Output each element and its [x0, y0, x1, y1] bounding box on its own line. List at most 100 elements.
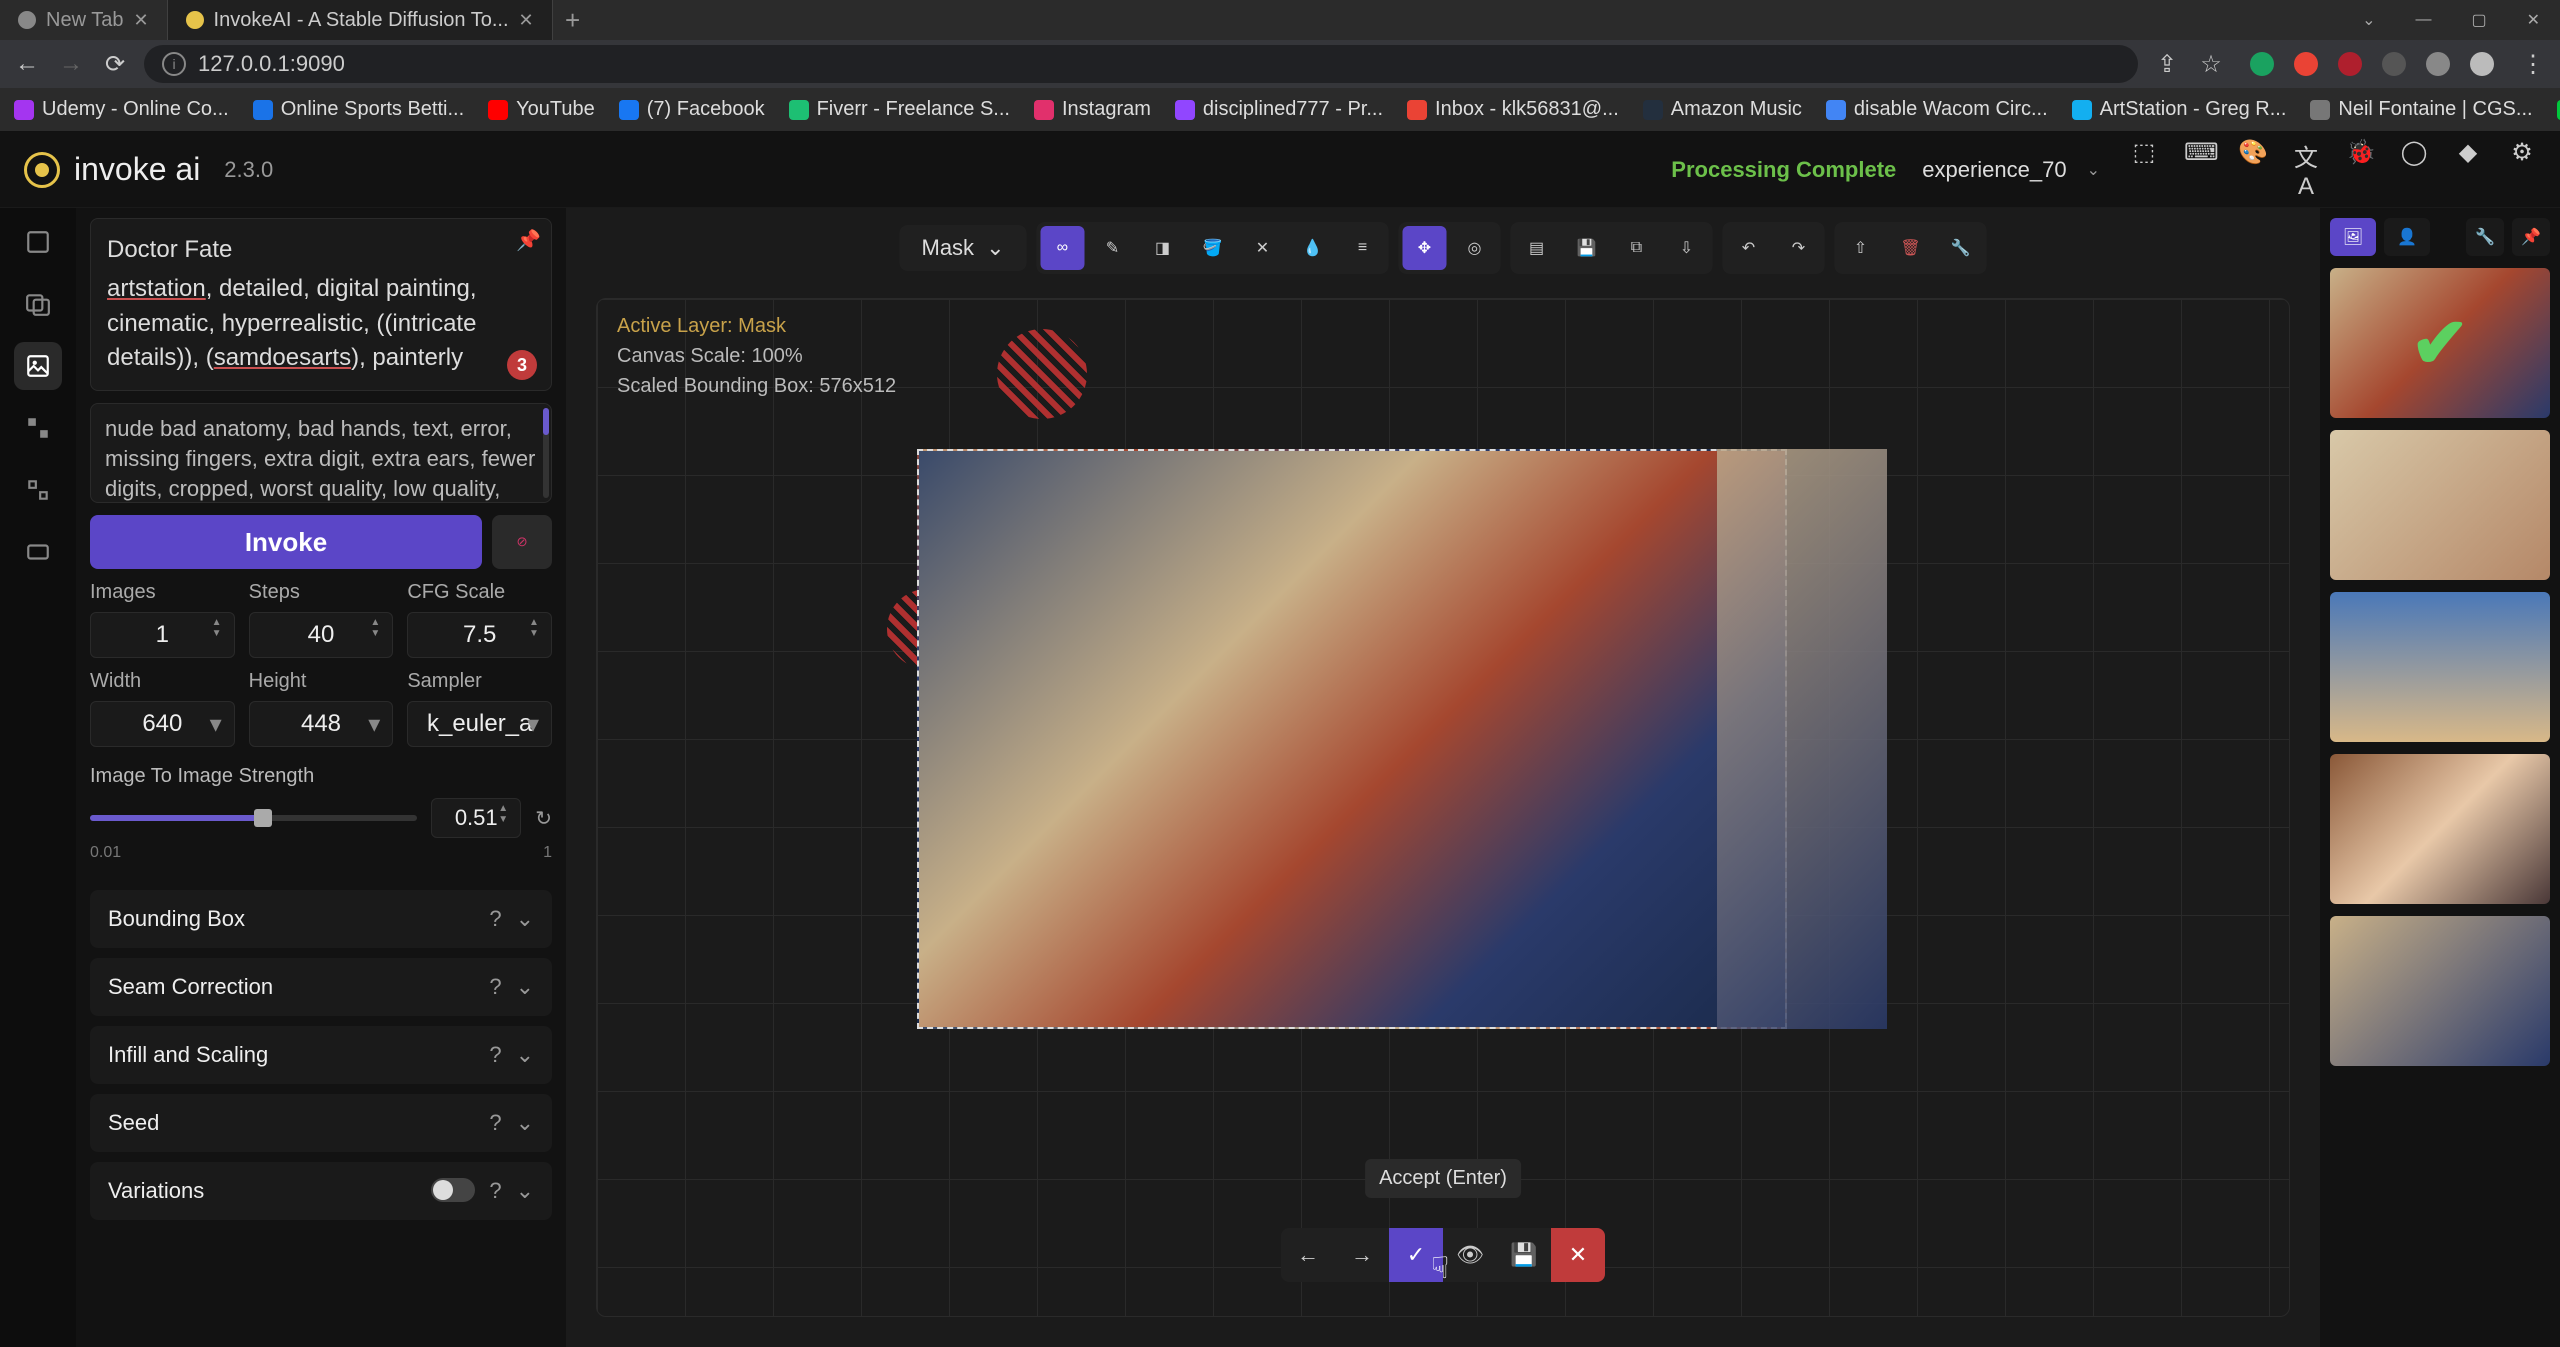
cube-icon[interactable]: ⬚ [2130, 138, 2158, 201]
browser-tab-active[interactable]: InvokeAI - A Stable Diffusion To... ✕ [168, 0, 553, 40]
gallery-thumb[interactable] [2330, 430, 2550, 580]
next-button[interactable]: → [1335, 1228, 1389, 1282]
bookmark-item[interactable]: YouTube [488, 98, 595, 121]
extension-icon[interactable] [2382, 52, 2406, 76]
extension-icon[interactable] [2338, 52, 2362, 76]
language-icon[interactable]: 文A [2292, 138, 2320, 201]
url-input[interactable]: i 127.0.0.1:9090 [144, 45, 2138, 83]
discard-button[interactable]: ✕ [1551, 1228, 1605, 1282]
download-icon[interactable]: ⇩ [1665, 226, 1709, 270]
settings-icon[interactable]: ⚙ [2508, 138, 2536, 201]
canvas-viewport[interactable]: Active Layer: Mask Canvas Scale: 100% Sc… [596, 298, 2290, 1317]
lines-icon[interactable]: ≡ [1341, 226, 1385, 270]
chevron-down-icon[interactable]: ⌄ [516, 1042, 534, 1068]
eraser-tool[interactable]: ◨ [1141, 226, 1185, 270]
palette-icon[interactable]: 🎨 [2238, 138, 2266, 201]
strength-input[interactable]: 0.51▲▼ [431, 798, 521, 838]
accordion-bounding-box[interactable]: Bounding Box?⌄ [90, 890, 552, 948]
layers-icon[interactable]: ▤ [1515, 226, 1559, 270]
avatar-icon[interactable] [2470, 52, 2494, 76]
canvas-tab[interactable] [14, 342, 62, 390]
bookmark-item[interactable]: Fiverr - Freelance S... [789, 98, 1010, 121]
brush-tool[interactable]: ✎ [1091, 226, 1135, 270]
img2img-tab[interactable] [14, 280, 62, 328]
color-picker-tool[interactable]: 💧 [1291, 226, 1335, 270]
extension-icon[interactable] [2426, 52, 2450, 76]
bookmark-item[interactable]: Instagram [1034, 98, 1151, 121]
spinner-icon[interactable]: ▲▼ [498, 803, 512, 833]
minimize-icon[interactable]: — [2415, 11, 2431, 29]
training-tab[interactable] [14, 528, 62, 576]
layer-select[interactable]: Mask⌄ [900, 225, 1027, 271]
gallery-thumb[interactable] [2330, 754, 2550, 904]
bookmark-item[interactable]: LINE WEBTOON - G... [2557, 98, 2560, 121]
bookmark-item[interactable]: ArtStation - Greg R... [2072, 98, 2287, 121]
gallery-thumb[interactable]: ✔ [2330, 268, 2550, 418]
spinner-icon[interactable]: ▲▼ [370, 617, 384, 653]
bbox-tool[interactable]: ◎ [1453, 226, 1497, 270]
strength-slider[interactable] [90, 815, 417, 821]
close-icon[interactable]: ✕ [519, 10, 534, 31]
help-icon[interactable]: ? [489, 906, 501, 932]
gallery-thumb[interactable] [2330, 916, 2550, 1066]
accordion-seed[interactable]: Seed?⌄ [90, 1094, 552, 1152]
forward-icon[interactable]: → [56, 50, 86, 78]
reload-icon[interactable]: ⟳ [100, 50, 130, 79]
site-info-icon[interactable]: i [162, 52, 186, 76]
help-icon[interactable]: ? [489, 1178, 501, 1204]
base-tool[interactable]: ∞ [1041, 226, 1085, 270]
bookmark-item[interactable]: (7) Facebook [619, 98, 765, 121]
upload-icon[interactable]: ⇧ [1839, 226, 1883, 270]
chevron-down-icon[interactable]: ⌄ [516, 974, 534, 1000]
discord-icon[interactable]: ◆ [2454, 138, 2482, 201]
chevron-down-icon[interactable]: ⌄ [516, 1178, 534, 1204]
fill-tool[interactable]: 🪣 [1191, 226, 1235, 270]
accordion-variations[interactable]: Variations?⌄ [90, 1162, 552, 1220]
negative-prompt-input[interactable]: nude bad anatomy, bad hands, text, error… [90, 403, 552, 503]
extension-icon[interactable] [2250, 52, 2274, 76]
bookmark-item[interactable]: disable Wacom Circ... [1826, 98, 2048, 121]
prompt-input[interactable]: 📌 Doctor Fate artstation, detailed, digi… [90, 218, 552, 391]
star-icon[interactable]: ☆ [2196, 50, 2226, 79]
share-icon[interactable]: ⇪ [2152, 50, 2182, 79]
gallery-pin-icon[interactable]: 📌 [2512, 218, 2550, 256]
height-select[interactable]: 448 [249, 701, 394, 747]
toggle-view-button[interactable]: 👁 [1443, 1228, 1497, 1282]
close-icon[interactable]: ✕ [133, 10, 148, 31]
spinner-icon[interactable]: ▲▼ [212, 617, 226, 653]
txt2img-tab[interactable] [14, 218, 62, 266]
bookmark-item[interactable]: Inbox - klk56831@... [1407, 98, 1619, 121]
redo-icon[interactable]: ↷ [1777, 226, 1821, 270]
github-icon[interactable]: ◯ [2400, 138, 2428, 201]
gallery-settings-icon[interactable]: 🔧 [2466, 218, 2504, 256]
undo-icon[interactable]: ↶ [1727, 226, 1771, 270]
scrollbar[interactable] [543, 408, 549, 498]
images-input[interactable]: 1▲▼ [90, 612, 235, 658]
bookmark-item[interactable]: disciplined777 - Pr... [1175, 98, 1383, 121]
bookmark-item[interactable]: Neil Fontaine | CGS... [2310, 98, 2532, 121]
sampler-select[interactable]: k_euler_a [407, 701, 552, 747]
new-tab-button[interactable]: + [553, 0, 593, 40]
accordion-infill-and-scaling[interactable]: Infill and Scaling?⌄ [90, 1026, 552, 1084]
cfg-input[interactable]: 7.5▲▼ [407, 612, 552, 658]
chevron-down-icon[interactable]: ⌄ [516, 1110, 534, 1136]
clear-tool[interactable]: ✕ [1241, 226, 1285, 270]
maximize-icon[interactable]: ▢ [2471, 10, 2486, 30]
prev-button[interactable]: ← [1281, 1228, 1335, 1282]
invoke-button[interactable]: Invoke [90, 515, 482, 569]
width-select[interactable]: 640 [90, 701, 235, 747]
help-icon[interactable]: ? [489, 1110, 501, 1136]
accordion-seam-correction[interactable]: Seam Correction?⌄ [90, 958, 552, 1016]
copy-icon[interactable]: ⧉ [1615, 226, 1659, 270]
cancel-button[interactable]: ⊘ [492, 515, 552, 569]
model-select[interactable]: experience_70 [1922, 157, 2066, 183]
pin-icon[interactable]: 📌 [516, 227, 541, 256]
move-tool[interactable]: ✥ [1403, 226, 1447, 270]
save-staging-button[interactable]: 💾 [1497, 1228, 1551, 1282]
bookmark-item[interactable]: Online Sports Betti... [253, 98, 464, 121]
save-icon[interactable]: 💾 [1565, 226, 1609, 270]
postprocess-tab[interactable] [14, 466, 62, 514]
extension-icon[interactable] [2294, 52, 2318, 76]
gallery-images-tab[interactable]: 🖼 [2330, 218, 2376, 256]
gallery-user-tab[interactable]: 👤 [2384, 218, 2430, 256]
